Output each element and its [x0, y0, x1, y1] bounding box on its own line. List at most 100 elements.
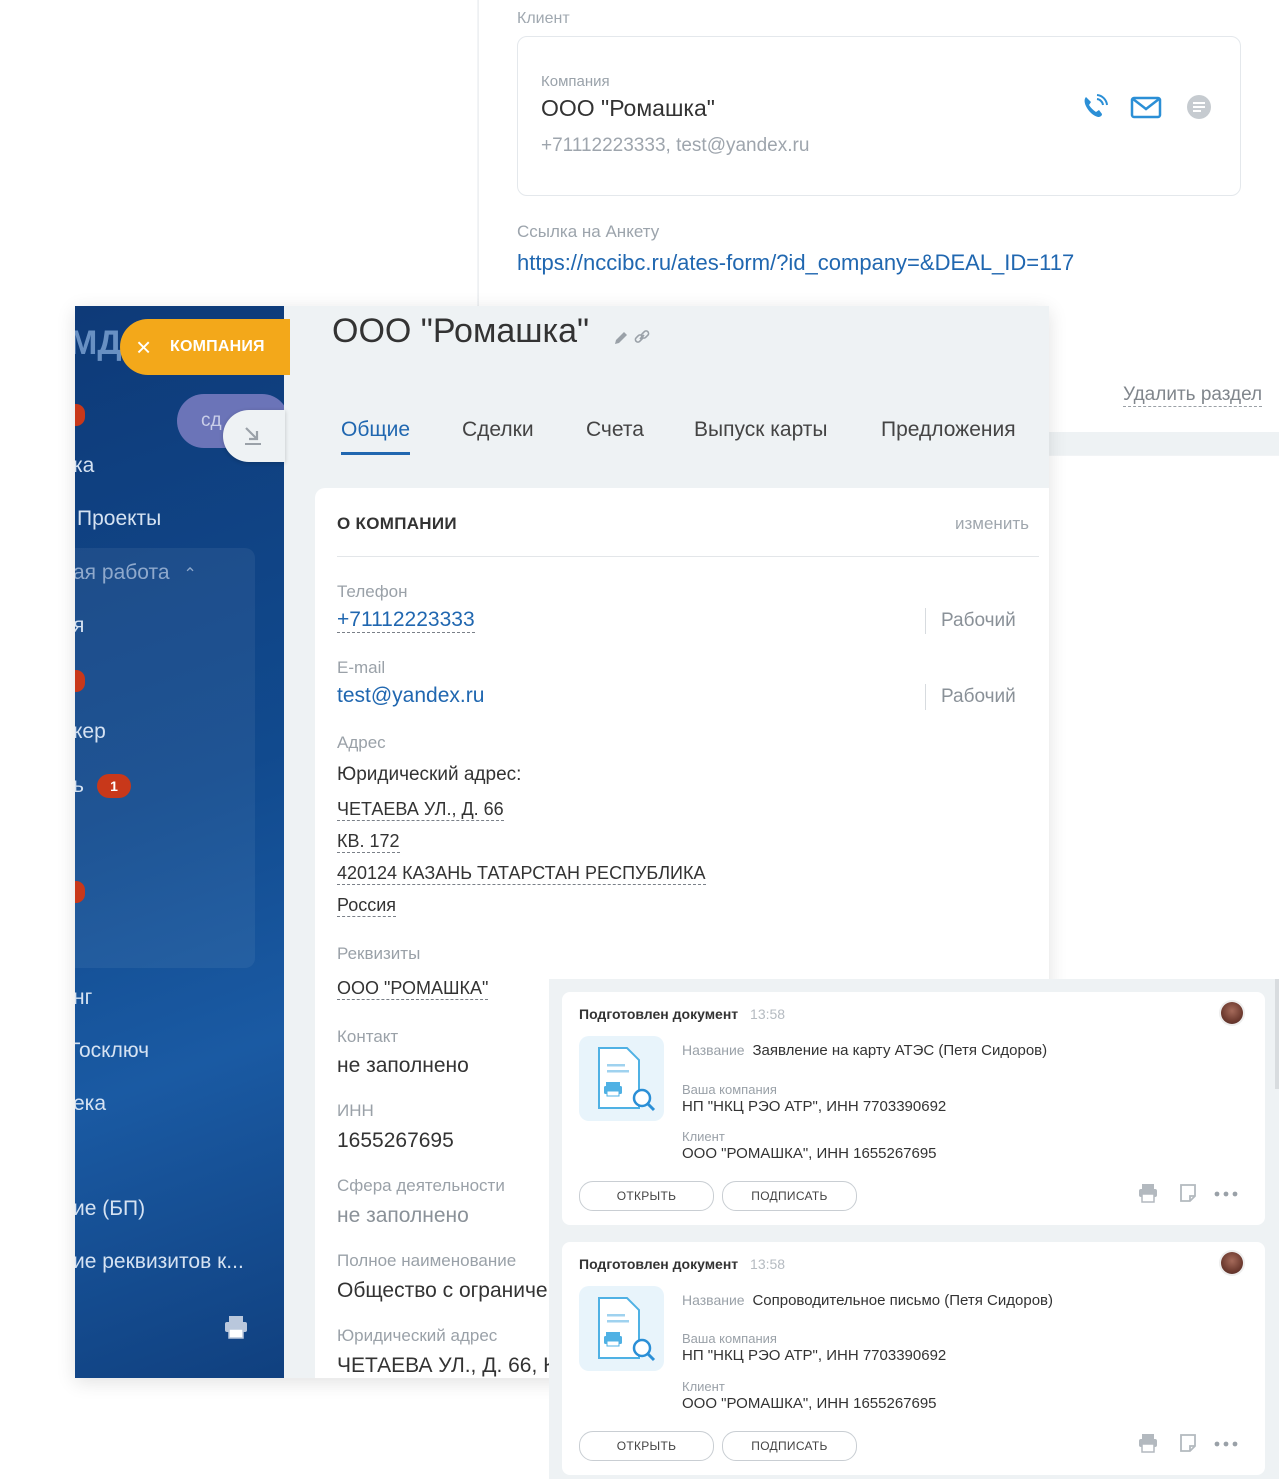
- requisites-label: Реквизиты: [337, 944, 421, 963]
- sidebar-item-1[interactable]: ка: [75, 454, 94, 478]
- document-name-label: Название: [682, 1042, 745, 1058]
- document-preview-icon: [598, 1297, 656, 1362]
- document-header-title: Подготовлен документ: [579, 1006, 739, 1022]
- entity-type-tag[interactable]: × КОМПАНИЯ: [120, 319, 290, 375]
- note-icon[interactable]: [1177, 1182, 1199, 1204]
- address-sublabel: Юридический адрес:: [337, 764, 522, 785]
- sidebar: МД сд ка Проекты ая работа ⌃ я кер ь 1 н…: [75, 306, 284, 1378]
- sidebar-item-5[interactable]: нг: [75, 986, 92, 1010]
- chat-icon[interactable]: [1183, 91, 1215, 123]
- avatar[interactable]: [1221, 1252, 1243, 1274]
- title-actions: [613, 328, 651, 351]
- your-company-value: НП "НКЦ РЭО АТР", ИНН 7703390692: [682, 1098, 947, 1115]
- address-line[interactable]: КВ. 172: [337, 830, 400, 853]
- section-divider: [337, 556, 1039, 557]
- document-thumbnail[interactable]: [579, 1036, 664, 1121]
- client-value: ООО "РОМАШКА", ИНН 1655267695: [682, 1395, 937, 1412]
- document-header-title: Подготовлен документ: [579, 1256, 739, 1272]
- edit-pencil-icon[interactable]: [613, 330, 629, 346]
- document-time: 13:58: [750, 1256, 786, 1272]
- client-company-label: Компания: [541, 73, 610, 90]
- link-icon[interactable]: [633, 328, 651, 346]
- email-type: Рабочий: [941, 686, 1016, 707]
- edit-link[interactable]: изменить: [955, 514, 1029, 534]
- notification-dot: [75, 404, 85, 426]
- address-line[interactable]: 420124 КАЗАНЬ ТАТАРСТАН РЕСПУБЛИКА: [337, 862, 706, 885]
- email-label: E-mail: [337, 658, 386, 677]
- tab-card-issue[interactable]: Выпуск карты: [694, 418, 828, 442]
- open-button[interactable]: ОТКРЫТЬ: [579, 1431, 714, 1461]
- inn-label: ИНН: [337, 1101, 374, 1120]
- document-name-row: Название Сопроводительное письмо (Петя С…: [682, 1292, 1053, 1309]
- legal-address-label: Юридический адрес: [337, 1326, 498, 1345]
- sidebar-item-bp[interactable]: ие (БП): [75, 1197, 145, 1221]
- client-value: ООО "РОМАШКА", ИНН 1655267695: [682, 1145, 937, 1162]
- entity-type-label: КОМПАНИЯ: [170, 338, 265, 355]
- document-card: Подготовлен документ 13:58 Название Сопр…: [562, 1242, 1265, 1475]
- sidebar-item-goskluch[interactable]: Госключ: [75, 1039, 149, 1063]
- your-company-value: НП "НКЦ РЭО АТР", ИНН 7703390692: [682, 1347, 947, 1364]
- sidebar-group-label: ая работа: [75, 561, 170, 584]
- sidebar-item-6[interactable]: ека: [75, 1092, 106, 1116]
- legal-address-value: ЧЕТАЕВА УЛ., Д. 66, К: [337, 1354, 556, 1377]
- client-card[interactable]: Компания ООО "Ромашка" +71112223333, tes…: [517, 36, 1241, 196]
- collapse-button[interactable]: [223, 410, 285, 462]
- count-badge: 1: [97, 774, 131, 798]
- chevron-up-icon: ⌃: [183, 566, 197, 583]
- document-name-label: Название: [682, 1292, 745, 1308]
- address-label: Адрес: [337, 733, 386, 752]
- client-section-label: Клиент: [517, 10, 570, 27]
- active-tab-indicator: [341, 452, 410, 455]
- sidebar-item-2[interactable]: я: [75, 614, 84, 638]
- form-link[interactable]: https://nccibc.ru/ates-form/?id_company=…: [517, 250, 1074, 276]
- printer-icon[interactable]: [223, 1314, 249, 1345]
- page-title: ООО "Ромашка": [332, 312, 590, 350]
- document-card: Подготовлен документ 13:58 Название Заяв…: [562, 992, 1265, 1225]
- document-header: Подготовлен документ 13:58: [579, 1256, 785, 1272]
- tab-offers[interactable]: Предложения: [881, 418, 1016, 442]
- more-icon[interactable]: [1213, 1182, 1239, 1204]
- tab-invoices[interactable]: Счета: [586, 418, 644, 442]
- sidebar-item-projects[interactable]: Проекты: [77, 507, 161, 531]
- requisites-value[interactable]: ООО "РОМАШКА": [337, 977, 489, 1000]
- email-value[interactable]: test@yandex.ru: [337, 684, 484, 708]
- phone-type: Рабочий: [941, 610, 1016, 631]
- delete-section-link[interactable]: Удалить раздел: [1123, 384, 1263, 407]
- address-line[interactable]: Россия: [337, 894, 397, 917]
- your-company-label: Ваша компания: [682, 1331, 777, 1346]
- tab-general[interactable]: Общие: [341, 418, 410, 442]
- client-company-name[interactable]: ООО "Ромашка": [541, 95, 715, 122]
- sphere-value: не заполнено: [337, 1204, 469, 1227]
- client-label: Клиент: [682, 1379, 725, 1394]
- field-divider: [925, 684, 926, 710]
- more-icon[interactable]: [1213, 1432, 1239, 1454]
- document-name-row: Название Заявление на карту АТЭС (Петя С…: [682, 1042, 1047, 1059]
- fullname-value: Общество с ограниче: [337, 1279, 548, 1302]
- address-line[interactable]: ЧЕТАЕВА УЛ., Д. 66: [337, 798, 504, 821]
- sidebar-group-header[interactable]: ая работа ⌃: [75, 561, 197, 585]
- sign-button[interactable]: ПОДПИСАТЬ: [722, 1181, 857, 1211]
- document-thumbnail[interactable]: [579, 1286, 664, 1371]
- phone-value[interactable]: +71112223333: [337, 608, 475, 633]
- sidebar-item-requisites[interactable]: ие реквизитов к...: [75, 1250, 244, 1274]
- note-icon[interactable]: [1177, 1432, 1199, 1454]
- printer-icon[interactable]: [1137, 1182, 1159, 1204]
- client-label: Клиент: [682, 1129, 725, 1144]
- timeline-panel: Подготовлен документ 13:58 Название Заяв…: [549, 979, 1279, 1479]
- mail-icon[interactable]: [1130, 91, 1162, 123]
- sidebar-item-4-label: ь: [75, 774, 84, 797]
- open-button[interactable]: ОТКРЫТЬ: [579, 1181, 714, 1211]
- sidebar-item-4[interactable]: ь: [75, 774, 84, 798]
- phone-call-icon[interactable]: [1078, 91, 1110, 123]
- document-name: Сопроводительное письмо (Петя Сидоров): [752, 1292, 1054, 1309]
- tab-deals[interactable]: Сделки: [462, 418, 534, 442]
- sign-button[interactable]: ПОДПИСАТЬ: [722, 1431, 857, 1461]
- avatar[interactable]: [1221, 1002, 1243, 1024]
- scrollbar[interactable]: [1275, 979, 1279, 1089]
- contact-label: Контакт: [337, 1027, 399, 1046]
- document-time: 13:58: [750, 1006, 786, 1022]
- sidebar-item-3[interactable]: кер: [75, 720, 106, 744]
- sidebar-group: [75, 548, 255, 968]
- printer-icon[interactable]: [1137, 1432, 1159, 1454]
- close-icon[interactable]: ×: [136, 319, 151, 375]
